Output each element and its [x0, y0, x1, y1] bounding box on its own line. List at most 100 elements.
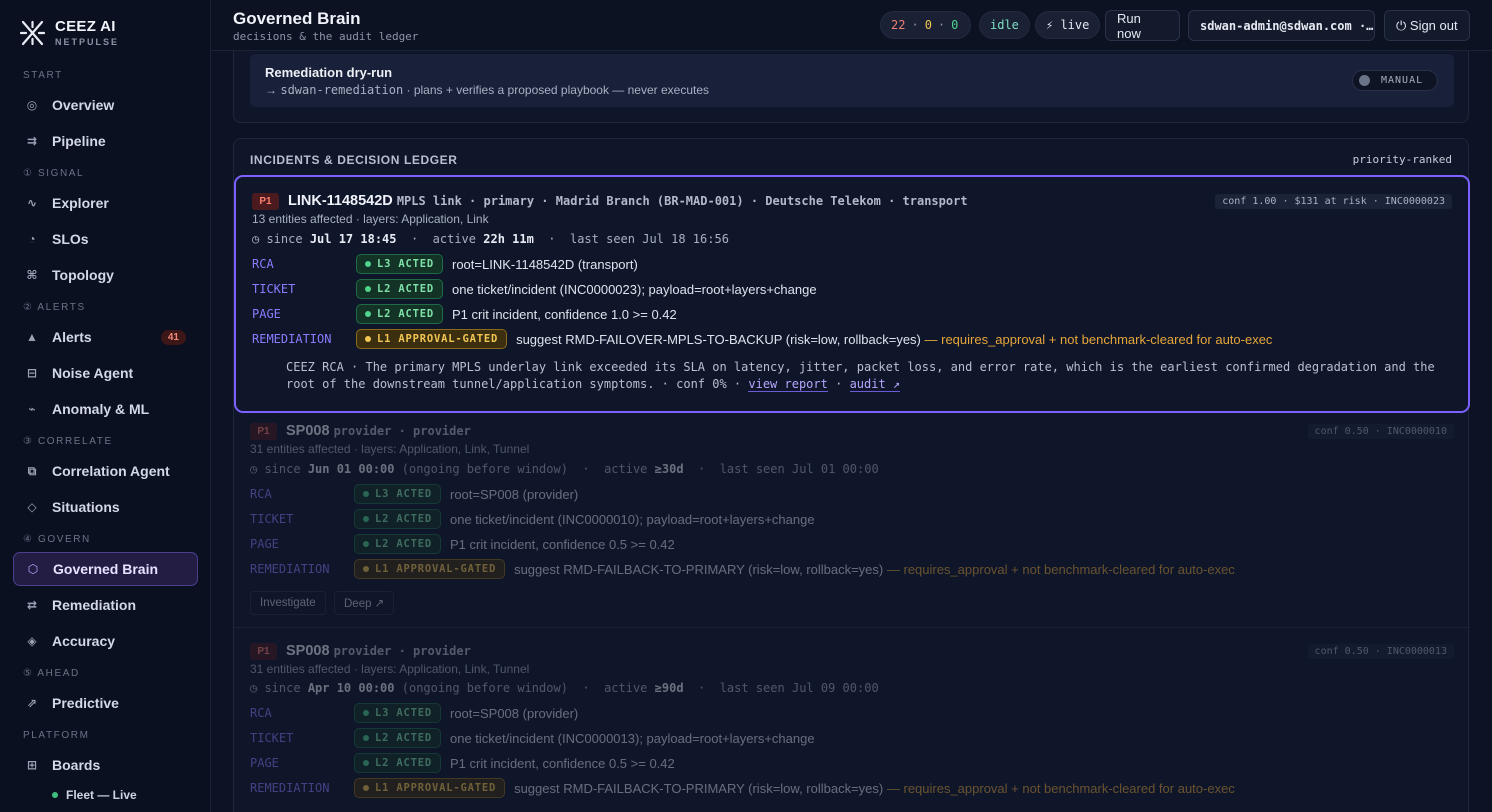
grid-icon: ⊞ — [26, 758, 38, 772]
nav-section-ahead: ⑤ AHEAD — [23, 667, 80, 679]
sidebar-item-slos[interactable]: ◔ SLOs — [13, 222, 198, 256]
level-tag: L2 ACTED — [354, 753, 441, 773]
live-status-dot — [52, 792, 58, 798]
swap-icon: ⇄ — [26, 598, 38, 612]
since-value: Jul 17 18:45 — [309, 232, 397, 246]
status-badge: idle — [979, 11, 1030, 39]
priority-badge: P1 — [250, 643, 277, 660]
level-tag: L2 ACTED — [354, 534, 441, 554]
sign-out-button[interactable]: ⏻ Sign out — [1384, 10, 1470, 41]
live-badge[interactable]: ⚡ live — [1035, 11, 1101, 39]
nav-section-start: START — [23, 69, 63, 81]
pre-window-note: (ongoing before window) — [401, 462, 568, 476]
sidebar-item-pipeline[interactable]: ⇉ Pipeline — [13, 124, 198, 158]
decision-row-remediation: REMEDIATION L1 APPROVAL-GATED suggest RMD-… — [250, 778, 1450, 798]
incident-card[interactable]: P1 SP008 provider · provider conf 0.50 ·… — [234, 635, 1470, 812]
entities-affected: 13 entities affected · layers: Applicati… — [252, 212, 489, 226]
diamond-icon: ◇ — [27, 500, 37, 514]
sidebar-item-correlation-agent[interactable]: ⧉ Correlation Agent — [13, 454, 198, 488]
pre-window-note: (ongoing before window) — [401, 681, 568, 695]
sidebar-item-remediation[interactable]: ⇄ Remediation — [13, 588, 198, 622]
topology-icon: ⌘ — [26, 268, 38, 282]
active-value: ≥30d — [654, 462, 684, 476]
dot-separator: · — [548, 232, 556, 246]
incident-timing: ◷ since Jul 17 18:45 · active 22h 11m · … — [252, 232, 729, 246]
sidebar-item-predictive[interactable]: ⇗ Predictive — [13, 686, 198, 720]
page-title: Governed Brain — [233, 9, 361, 28]
active-label: active — [432, 232, 477, 246]
last-seen-value: Jul 18 16:56 — [642, 232, 729, 246]
page-subtitle: decisions & the audit ledger — [233, 30, 419, 43]
counter-red: 22 — [891, 18, 906, 32]
sidebar-item-governed-brain[interactable]: ⬡ Governed Brain — [13, 552, 198, 586]
decision-text: one ticket/incident (INC0000023); payloa… — [451, 281, 817, 297]
incident-counters: 22 · 0 · 0 — [880, 11, 971, 39]
row-label: REMEDIATION — [252, 332, 332, 346]
divider — [234, 627, 1470, 628]
filter-icon: ⊟ — [26, 366, 38, 380]
level-tag: L3 ACTED — [354, 703, 441, 723]
brand[interactable]: CEEZ AI NETPULSE — [20, 18, 119, 47]
audit-link[interactable]: audit ↗ — [849, 377, 901, 392]
deep-button[interactable]: Deep ↗ — [334, 591, 395, 615]
sidebar-subitem-fleet-live[interactable]: Fleet — Live — [0, 784, 210, 806]
level-tag: L3 ACTED — [354, 484, 441, 504]
view-report-link[interactable]: view report — [748, 377, 828, 392]
row-label: TICKET — [252, 282, 296, 296]
manual-toggle[interactable]: MANUAL — [1352, 70, 1438, 91]
last-seen-label: last seen — [569, 232, 635, 246]
since-value: Apr 10 00:00 — [307, 681, 395, 695]
sidebar-item-alerts[interactable]: ▲ Alerts 41 — [13, 320, 198, 354]
counter-separator: · — [937, 18, 946, 32]
decision-row-page: PAGE L2 ACTED P1 crit incident, confidence… — [250, 753, 1450, 773]
incident-description: provider · provider — [333, 644, 471, 658]
trend-up-icon: ⇗ — [26, 696, 38, 710]
layers-icon: ⧉ — [27, 463, 37, 478]
user-menu[interactable]: sdwan-admin@sdwan.com ·… — [1188, 10, 1375, 41]
counter-green: 0 — [951, 18, 959, 32]
sidebar-item-topology[interactable]: ⌘ Topology — [13, 258, 198, 292]
decision-text: P1 crit incident, confidence 0.5 >= 0.42 — [449, 755, 675, 771]
level-tag: L2 ACTED — [354, 509, 441, 529]
sidebar-item-label: Remediation — [52, 597, 137, 613]
nav-section-alerts: ② ALERTS — [23, 301, 86, 313]
sidebar-item-situations[interactable]: ◇ Situations — [13, 490, 198, 524]
incident-card[interactable]: P1 SP008 provider · provider conf 0.50 ·… — [234, 415, 1470, 629]
brand-subtitle: NETPULSE — [55, 37, 120, 47]
investigate-button[interactable]: Investigate — [250, 591, 326, 615]
sidebar-item-label: Situations — [52, 499, 120, 515]
sidebar-item-label: SLOs — [52, 231, 89, 247]
incident-description: provider · provider — [333, 424, 471, 438]
decision-row-remediation: REMEDIATION L1 APPROVAL-GATED suggest RMD-… — [250, 559, 1450, 579]
dry-run-card: Remediation dry-run → sdwan-remediation … — [233, 51, 1469, 123]
entities-affected: 31 entities affected · layers: Applicati… — [250, 662, 530, 676]
level-tag: L1 APPROVAL-GATED — [354, 778, 506, 798]
ledger-sort: priority-ranked — [1352, 153, 1452, 166]
incident-timing: ◷ since Jun 01 00:00 (ongoing before win… — [250, 462, 879, 476]
incident-card[interactable]: P1 LINK-1148542D MPLS link · primary · M… — [234, 175, 1470, 413]
level-tag: L1 APPROVAL-GATED — [356, 329, 508, 349]
sidebar-item-noise-agent[interactable]: ⊟ Noise Agent — [13, 356, 198, 390]
decision-text: root=SP008 (provider) — [449, 705, 579, 721]
arrow-icon: → — [265, 83, 277, 97]
sidebar-item-overview[interactable]: ◎ Overview — [13, 88, 198, 122]
sidebar-item-accuracy[interactable]: ◈ Accuracy — [13, 624, 198, 658]
sidebar-item-label: Alerts — [52, 329, 92, 345]
sidebar-item-label: Explorer — [52, 195, 109, 211]
overview-icon: ◎ — [26, 98, 38, 112]
sidebar-item-boards[interactable]: ⊞ Boards — [13, 748, 198, 782]
incident-title: SP008 provider · provider — [286, 423, 471, 439]
since-value: Jun 01 00:00 — [307, 462, 395, 476]
run-now-button[interactable]: Run now — [1105, 10, 1180, 41]
incident-id: SP008 — [286, 643, 330, 659]
target-icon: ◈ — [27, 634, 37, 648]
dot-separator: · — [410, 232, 419, 246]
sidebar-item-explorer[interactable]: ∿ Explorer — [13, 186, 198, 220]
sidebar-item-anomaly[interactable]: ⌁ Anomaly & ML — [13, 392, 198, 426]
priority-badge: P1 — [250, 423, 277, 440]
decision-row-ticket: TICKET L2 ACTED one ticket/incident (INC00… — [250, 509, 1450, 529]
level-tag: L2 ACTED — [356, 279, 443, 299]
incident-title: SP008 provider · provider — [286, 643, 471, 659]
nav-section-correlate: ③ CORRELATE — [23, 435, 113, 447]
sidebar-item-label: Overview — [52, 97, 115, 113]
